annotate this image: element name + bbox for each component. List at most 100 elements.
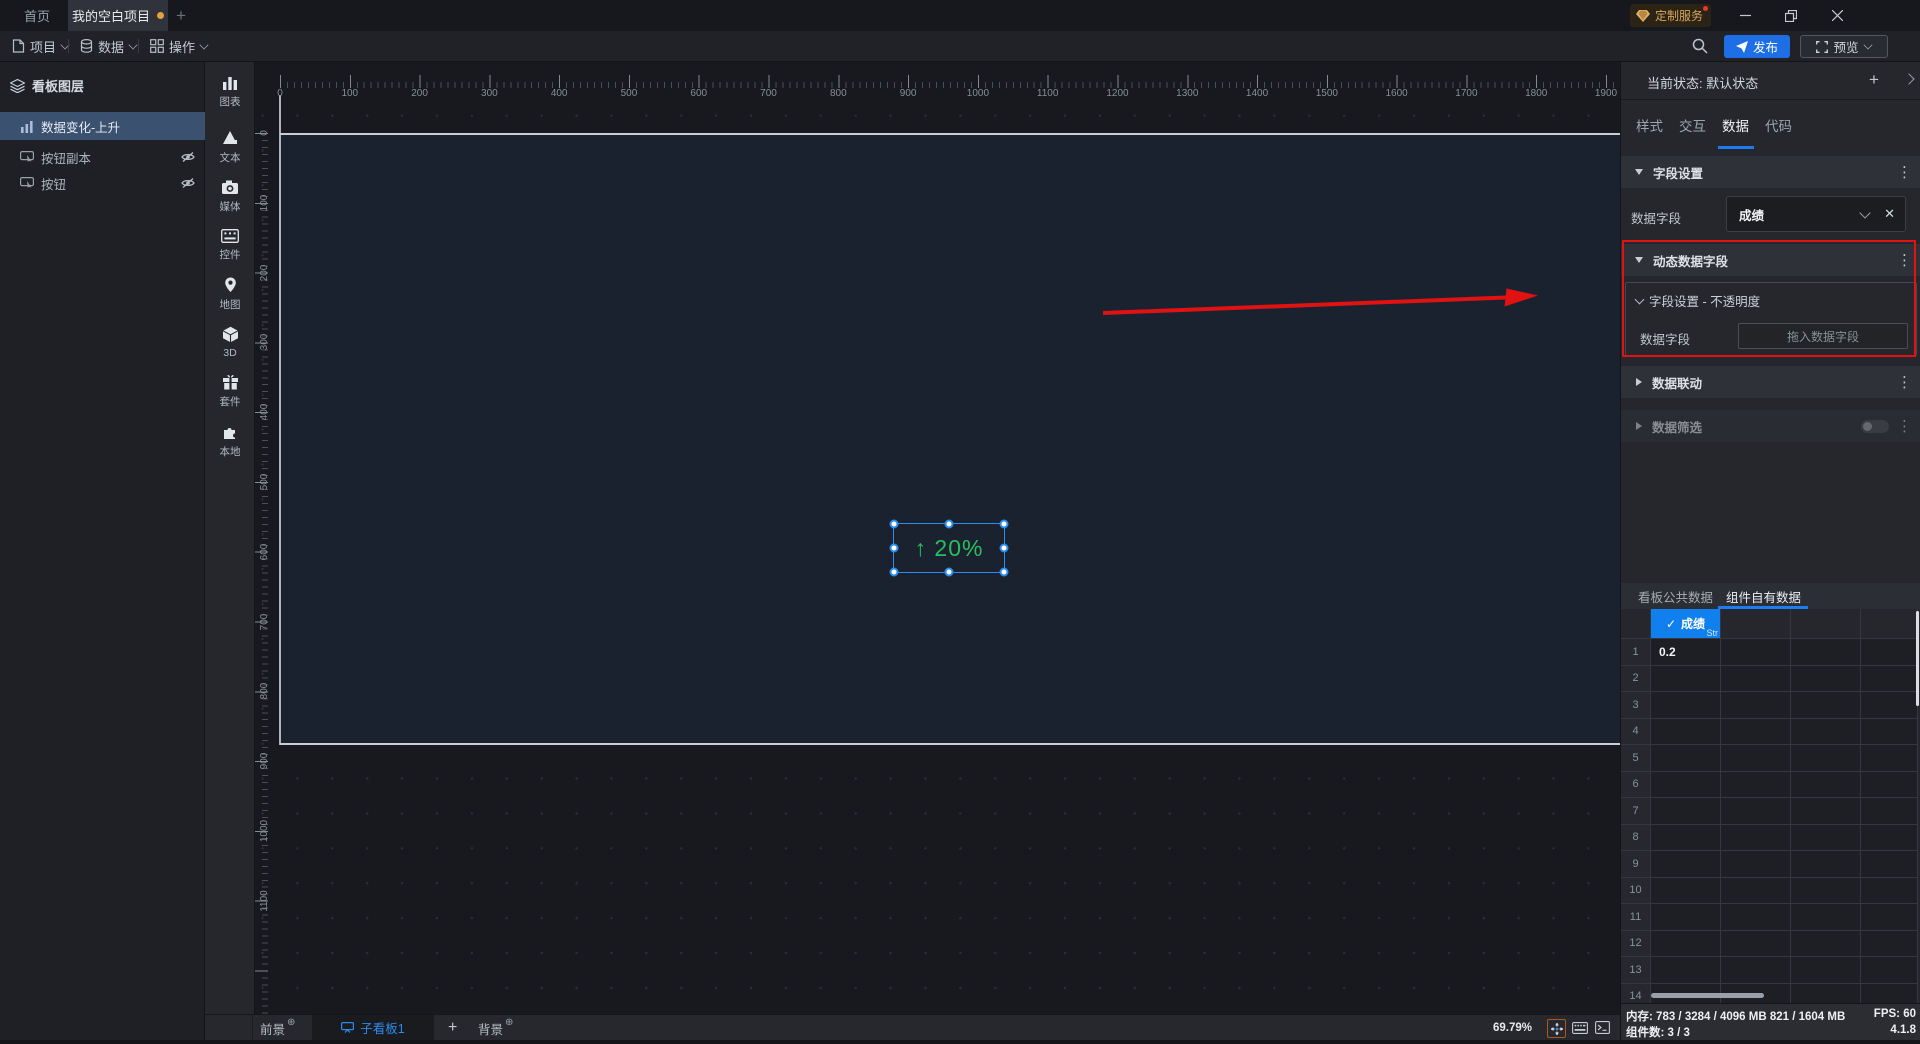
table-cell[interactable] [1861,930,1918,957]
table-cell[interactable] [1791,877,1861,904]
add-subboard-button[interactable]: + [448,1015,457,1040]
table-cell[interactable] [1721,824,1791,851]
data-field-dropdown[interactable]: 成绩 ✕ [1726,196,1906,232]
table-cell[interactable] [1791,983,1861,1003]
expand-icon[interactable] [1636,422,1642,430]
table-cell[interactable] [1861,745,1918,772]
table-cell[interactable] [1791,692,1861,719]
table-cell[interactable] [1651,665,1721,692]
table-cell[interactable] [1651,745,1721,772]
tab-home[interactable]: 首页 [10,0,64,31]
more-options-icon[interactable]: ⋮ [1897,163,1912,181]
table-cell[interactable] [1721,957,1791,984]
tab-project[interactable]: 我的空白项目 [68,0,168,31]
canvas-area[interactable]: 0 100 200 300 400 500 600 700 800 900 1000 1100 1200… [255,62,1620,1014]
vertical-scrollbar[interactable] [1916,611,1919,706]
chevron-right-icon[interactable] [1903,73,1915,85]
table-cell[interactable] [1651,798,1721,825]
table-cell[interactable] [1721,639,1791,666]
menu-action[interactable]: 操作 [150,31,209,61]
table-cell[interactable]: 0.2 [1651,639,1721,666]
table-cell[interactable] [1651,718,1721,745]
data-filter-toggle[interactable] [1861,420,1889,433]
minimize-button[interactable] [1722,0,1768,31]
table-cell[interactable] [1721,798,1791,825]
horizontal-scrollbar[interactable] [1651,993,1764,998]
table-cell[interactable] [1651,851,1721,878]
section-dynamic-fields[interactable]: 动态数据字段 ⋮ [1621,244,1920,276]
table-cell[interactable] [1861,877,1918,904]
section-data-filter[interactable]: 数据筛选 ⋮ [1621,410,1920,442]
table-column-header[interactable] [1721,609,1791,639]
toolbar-item-charts[interactable]: 图表 [205,68,255,114]
tab-board-shared-data[interactable]: 看板公共数据 [1638,583,1713,609]
table-cell[interactable] [1861,851,1918,878]
clear-field-icon[interactable]: ✕ [1884,206,1895,222]
more-options-icon[interactable]: ⋮ [1897,251,1912,269]
data-table[interactable]: ✓ 成绩 Str 1 0.2 2 3 4 5 6 7 8 9 10 11 12 13 14 [1621,609,1918,1003]
table-cell[interactable] [1861,771,1918,798]
resize-handle-se[interactable] [999,567,1009,577]
table-cell[interactable] [1721,745,1791,772]
tab-code[interactable]: 代码 [1765,110,1792,140]
resize-handle-w[interactable] [889,543,899,553]
expand-icon[interactable] [1636,378,1642,386]
table-cell[interactable] [1791,904,1861,931]
table-cell[interactable] [1791,930,1861,957]
table-cell[interactable] [1721,718,1791,745]
drag-field-dropzone[interactable]: 拖入数据字段 [1738,323,1908,349]
collapse-icon[interactable] [1635,169,1643,175]
restore-button[interactable] [1768,0,1814,31]
fit-to-screen-button[interactable] [1547,1019,1566,1038]
table-cell[interactable] [1861,904,1918,931]
subboard-tab[interactable]: 子看板1 [312,1015,434,1040]
more-options-icon[interactable]: ⋮ [1897,417,1912,435]
table-cell[interactable] [1721,692,1791,719]
table-cell[interactable] [1651,930,1721,957]
tab-data[interactable]: 数据 [1722,110,1749,140]
add-foreground-icon[interactable]: ⊕ [287,1017,295,1028]
table-cell[interactable] [1721,877,1791,904]
tab-interaction[interactable]: 交互 [1679,110,1706,140]
table-cell[interactable] [1791,957,1861,984]
table-column-header[interactable] [1861,609,1918,639]
resize-handle-e[interactable] [999,543,1009,553]
chevron-down-icon[interactable] [1859,206,1871,219]
toolbar-item-text[interactable]: 文本 [205,124,255,170]
table-cell[interactable] [1791,771,1861,798]
table-cell[interactable] [1861,824,1918,851]
preview-button[interactable]: 预览 [1800,35,1888,58]
shortcut-keys-button[interactable] [1571,1019,1588,1036]
table-cell[interactable] [1791,639,1861,666]
publish-button[interactable]: 发布 [1724,35,1790,58]
section-data-linkage[interactable]: 数据联动 ⋮ [1621,366,1920,398]
opacity-group-header[interactable]: 字段设置 - 不透明度 [1634,291,1760,310]
layer-item-button[interactable]: 按钮 [0,170,205,196]
table-cell[interactable] [1651,904,1721,931]
table-cell[interactable] [1861,639,1918,666]
add-background-icon[interactable]: ⊕ [505,1017,513,1028]
table-cell[interactable] [1651,692,1721,719]
selected-widget[interactable]: ↑ 20% [889,519,1009,577]
resize-handle-nw[interactable] [889,519,899,529]
table-column-header[interactable] [1791,609,1861,639]
collapse-icon[interactable] [1635,257,1643,263]
table-cell[interactable] [1721,851,1791,878]
more-options-icon[interactable]: ⋮ [1897,373,1912,391]
table-cell[interactable] [1791,665,1861,692]
table-cell[interactable] [1721,930,1791,957]
resize-handle-n[interactable] [944,519,954,529]
table-cell[interactable] [1791,798,1861,825]
toolbar-item-map[interactable]: 地图 [205,271,255,317]
table-cell[interactable] [1721,665,1791,692]
customize-service-button[interactable]: 定制服务 [1630,4,1712,27]
table-cell[interactable] [1861,718,1918,745]
new-tab-button[interactable]: + [176,0,186,31]
toolbar-item-3d[interactable]: 3D [205,319,255,365]
resize-handle-sw[interactable] [889,567,899,577]
resize-handle-s[interactable] [944,567,954,577]
table-cell[interactable] [1861,983,1918,1003]
zoom-level[interactable]: 69.79% [1493,1015,1532,1040]
table-cell[interactable] [1861,692,1918,719]
menu-data[interactable]: 数据 [80,31,138,61]
